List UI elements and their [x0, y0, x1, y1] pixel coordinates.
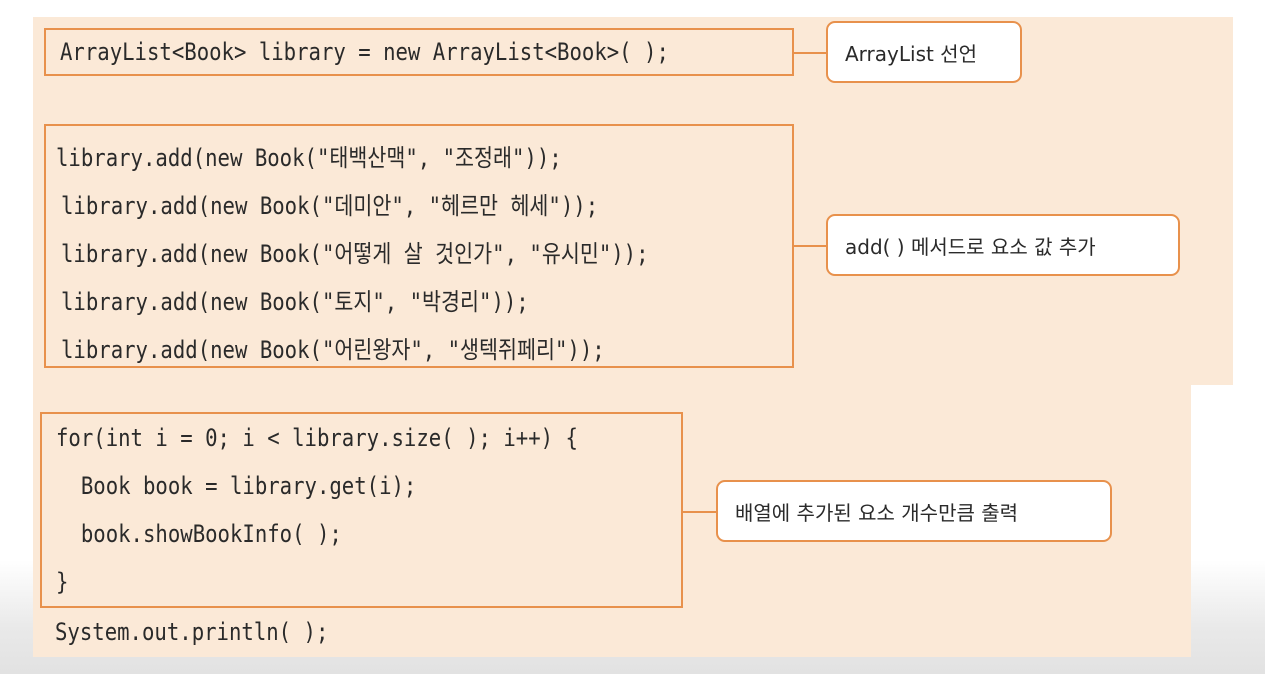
loop-note: 배열에 추가된 요소 개수만큼 출력 [716, 480, 1112, 542]
loop-code-line: for(int i = 0; i < library.size( ); i++)… [56, 424, 578, 452]
loop-code-box: for(int i = 0; i < library.size( ); i++)… [40, 412, 683, 608]
declaration-code-line: ArrayList<Book> library = new ArrayList<… [60, 38, 669, 66]
add-code-line: library.add(new Book("토지", "박경리")); [61, 288, 529, 316]
loop-code-line: Book book = library.get(i); [56, 472, 417, 500]
add-code-line: library.add(new Book("데미안", "헤르만 헤세")); [61, 192, 599, 220]
declaration-code-box: ArrayList<Book> library = new ArrayList<… [44, 28, 794, 76]
loop-code-line: book.showBookInfo( ); [56, 520, 342, 548]
add-code-line: library.add(new Book("어떻게 살 것인가", "유시민")… [61, 240, 649, 268]
add-code-line: library.add(new Book("어린왕자", "생텍쥐페리")); [61, 336, 605, 364]
declaration-note: ArrayList 선언 [826, 21, 1022, 83]
add-note: add( ) 메서드로 요소 값 추가 [826, 214, 1180, 276]
add-code-box: library.add(new Book("태백산맥", "조정래")); li… [44, 124, 794, 368]
trailing-code-line: System.out.println( ); [55, 618, 329, 646]
declaration-connector [794, 52, 826, 54]
add-connector [794, 245, 826, 247]
loop-code-line: } [56, 568, 69, 596]
add-code-line: library.add(new Book("태백산맥", "조정래")); [56, 144, 562, 172]
loop-connector [683, 511, 717, 513]
